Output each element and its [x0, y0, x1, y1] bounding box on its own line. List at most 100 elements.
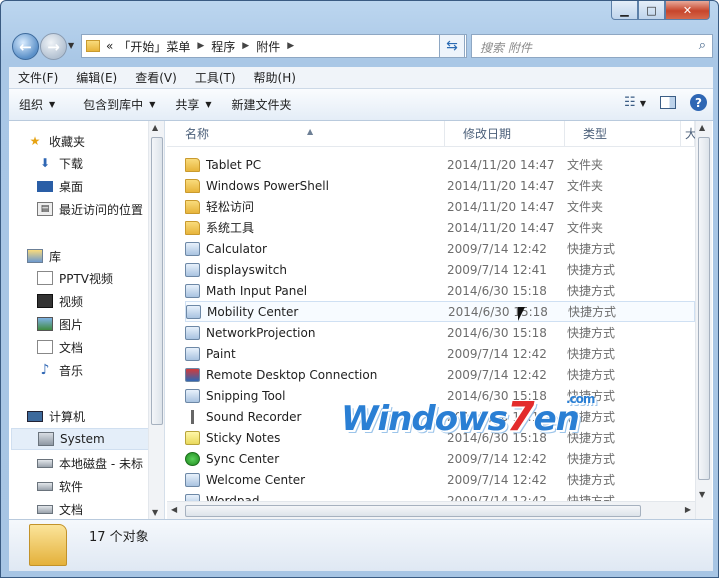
file-row[interactable]: Snipping Tool 2014/6/30 15:18 快捷方式 [185, 385, 695, 406]
address-overflow[interactable]: « [106, 39, 113, 53]
scrollbar-thumb[interactable] [185, 505, 641, 517]
horizontal-scrollbar[interactable]: ◀ ▶ [167, 501, 695, 519]
file-row[interactable]: Sticky Notes 2014/6/30 15:18 快捷方式 [185, 427, 695, 448]
file-row[interactable]: Math Input Panel 2014/6/30 15:18 快捷方式 [185, 280, 695, 301]
chevron-down-icon: ▼ [149, 100, 156, 109]
nav-favorites[interactable]: ★ 收藏夹 [27, 130, 164, 152]
file-name-cell[interactable]: 系统工具 [185, 219, 447, 236]
search-input[interactable]: 搜索 附件 ⌕ [471, 34, 713, 58]
file-row[interactable]: Windows PowerShell 2014/11/20 14:47 文件夹 [185, 175, 695, 196]
file-name-cell[interactable]: 轻松访问 [185, 198, 447, 215]
file-name-cell[interactable]: Mobility Center [186, 304, 448, 319]
nav-pptv[interactable]: PPTV视频 [37, 267, 164, 289]
file-name-cell[interactable]: Sticky Notes [185, 430, 447, 445]
refresh-button[interactable]: ⇆ [439, 34, 465, 58]
file-row[interactable]: Calculator 2009/7/14 12:42 快捷方式 [185, 238, 695, 259]
file-name-cell[interactable]: Snipping Tool [185, 388, 447, 403]
scrollbar-thumb[interactable] [151, 137, 163, 425]
nav-videos[interactable]: 视频 [37, 290, 164, 312]
breadcrumb-start-menu[interactable]: 「开始」菜单 [118, 38, 190, 55]
menu-edit[interactable]: 编辑(E) [67, 69, 126, 86]
nav-recent-places[interactable]: ▤ 最近访问的位置 [37, 198, 164, 220]
include-in-library-button[interactable]: 包含到库中 ▼ [73, 89, 165, 120]
file-name-cell[interactable]: Sound Recorder [185, 409, 447, 424]
close-button[interactable]: ✕ [665, 1, 710, 20]
file-row[interactable]: 轻松访问 2014/11/20 14:47 文件夹 [185, 196, 695, 217]
remote-desktop-icon [185, 367, 200, 382]
column-name[interactable]: 名称 ▲ [167, 121, 445, 147]
scrollbar-thumb[interactable] [698, 137, 710, 480]
scissors-icon [185, 388, 200, 403]
menu-view[interactable]: 查看(V) [126, 69, 186, 86]
preview-pane-icon[interactable] [660, 96, 676, 109]
breadcrumb-separator-icon[interactable]: ▶ [287, 41, 294, 51]
menu-file[interactable]: 文件(F) [9, 69, 67, 86]
file-row[interactable]: Sound Recorder 2014/6/30 15:18 快捷方式 [185, 406, 695, 427]
file-row[interactable]: displayswitch 2009/7/14 12:41 快捷方式 [185, 259, 695, 280]
caption-buttons: ▁ □ ✕ [611, 1, 710, 21]
nav-pane-scrollbar[interactable]: ▲ ▼ [148, 121, 164, 519]
minimize-button[interactable]: ▁ [611, 1, 638, 20]
address-bar[interactable]: « 「开始」菜单 ▶ 程序 ▶ 附件 ▶ ▼ [81, 34, 467, 58]
scroll-up-icon[interactable]: ▲ [152, 123, 158, 132]
back-button[interactable]: ← [12, 33, 39, 60]
nav-docs-drive[interactable]: 文档 [37, 498, 164, 519]
breadcrumb-separator-icon[interactable]: ▶ [197, 41, 204, 51]
new-folder-button[interactable]: 新建文件夹 [222, 89, 302, 120]
file-name-cell[interactable]: NetworkProjection [185, 325, 447, 340]
file-row[interactable]: Tablet PC 2014/11/20 14:47 文件夹 [185, 154, 695, 175]
file-row[interactable]: 系统工具 2014/11/20 14:47 文件夹 [185, 217, 695, 238]
nav-computer[interactable]: 计算机 [27, 405, 164, 427]
maximize-button[interactable]: □ [638, 1, 665, 20]
file-name-cell[interactable]: Welcome Center [185, 472, 447, 487]
file-name-cell[interactable]: Sync Center [185, 451, 447, 466]
breadcrumb-separator-icon[interactable]: ▶ [242, 41, 249, 51]
scroll-right-icon[interactable]: ▶ [685, 505, 691, 514]
nav-libraries[interactable]: 库 [27, 245, 164, 267]
nav-documents[interactable]: 文档 [37, 336, 164, 358]
file-row[interactable]: Wordpad 2009/7/14 12:42 快捷方式 [185, 490, 695, 501]
file-name-cell[interactable]: Paint [185, 346, 447, 361]
file-name-cell[interactable]: Remote Desktop Connection [185, 367, 447, 382]
file-name: Snipping Tool [206, 388, 286, 403]
nav-system-drive[interactable]: System [11, 428, 157, 450]
nav-downloads[interactable]: ⬇ 下载 [37, 152, 164, 174]
file-list-scrollbar[interactable]: ▲ ▼ [695, 121, 712, 519]
help-icon[interactable]: ? [690, 94, 707, 111]
scroll-down-icon[interactable]: ▼ [152, 508, 158, 517]
organize-button[interactable]: 组织 ▼ [9, 89, 65, 120]
file-name-cell[interactable]: Wordpad [185, 493, 447, 501]
breadcrumb-programs[interactable]: 程序 [211, 38, 235, 55]
nav-software-drive[interactable]: 软件 [37, 475, 164, 497]
forward-button[interactable]: → [40, 33, 67, 60]
scroll-up-icon[interactable]: ▲ [699, 123, 705, 132]
column-type[interactable]: 类型 [565, 121, 681, 147]
file-name-cell[interactable]: displayswitch [185, 262, 447, 277]
nav-pictures[interactable]: 图片 [37, 313, 164, 335]
file-row[interactable]: Remote Desktop Connection 2009/7/14 12:42… [185, 364, 695, 385]
view-options-icon[interactable]: ☷ ▼ [624, 95, 646, 110]
scroll-down-icon[interactable]: ▼ [699, 490, 705, 499]
file-row[interactable]: Welcome Center 2009/7/14 12:42 快捷方式 [185, 469, 695, 490]
breadcrumb-accessories[interactable]: 附件 [256, 38, 280, 55]
file-date: 2014/11/20 14:47 [447, 199, 555, 214]
file-row[interactable]: NetworkProjection 2014/6/30 15:18 快捷方式 [185, 322, 695, 343]
share-button[interactable]: 共享 ▼ [165, 89, 221, 120]
nav-local-disk[interactable]: 本地磁盘 - 未标 [37, 452, 164, 474]
nav-desktop[interactable]: 桌面 [37, 175, 164, 197]
file-name-cell[interactable]: Windows PowerShell [185, 178, 447, 193]
file-name-cell[interactable]: Math Input Panel [185, 283, 447, 298]
search-icon[interactable]: ⌕ [699, 38, 706, 53]
scroll-left-icon[interactable]: ◀ [171, 505, 177, 514]
column-date-modified[interactable]: 修改日期 [445, 121, 565, 147]
column-size[interactable]: 大 [681, 121, 695, 147]
menu-tools[interactable]: 工具(T) [186, 69, 245, 86]
file-row[interactable]: Paint 2009/7/14 12:42 快捷方式 [185, 343, 695, 364]
nav-music[interactable]: ♪ 音乐 [37, 359, 164, 381]
recent-pages-dropdown[interactable]: ▼ [68, 41, 74, 50]
menu-help[interactable]: 帮助(H) [245, 69, 305, 86]
file-row[interactable]: Sync Center 2009/7/14 12:42 快捷方式 [185, 448, 695, 469]
file-row[interactable]: Mobility Center 2014/6/30 15:18 快捷方式 [185, 301, 695, 322]
file-name-cell[interactable]: Tablet PC [185, 157, 447, 172]
file-name-cell[interactable]: Calculator [185, 241, 447, 256]
